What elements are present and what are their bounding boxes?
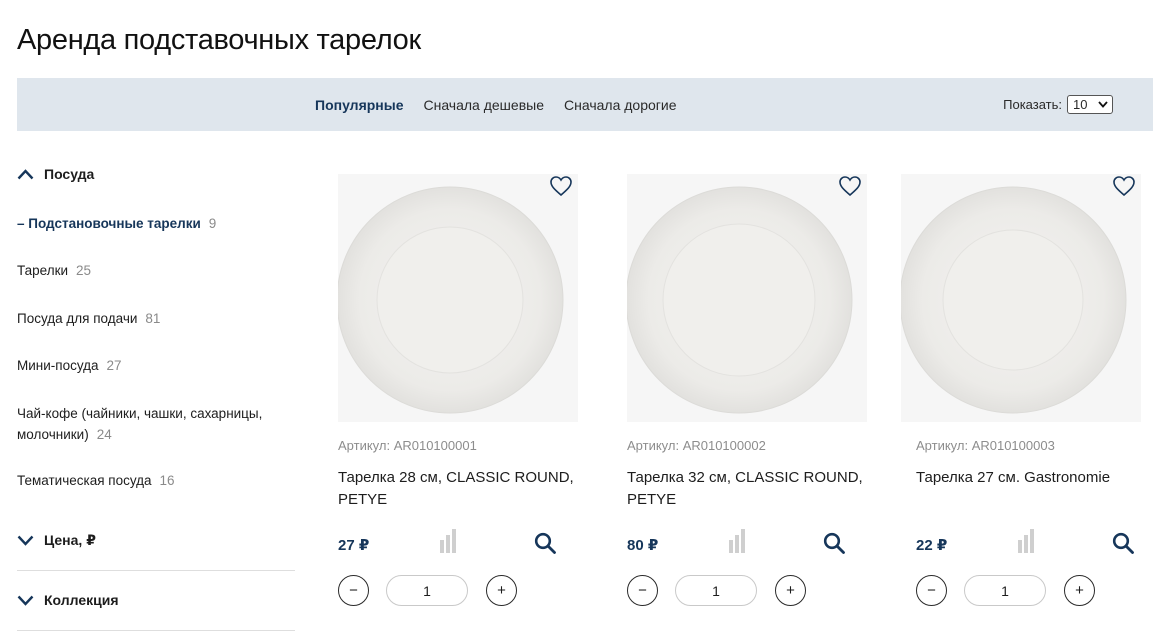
compare-bars-icon[interactable] bbox=[440, 529, 456, 553]
quantity-decrease-button[interactable]: − bbox=[338, 575, 369, 606]
sidebar-item-charger-plates[interactable]: – Подстановочные тарелки 9 bbox=[17, 213, 272, 234]
sidebar-item-label: Посуда для подачи bbox=[17, 311, 138, 326]
active-dash: – bbox=[17, 216, 25, 231]
page-size-control: Показать: 10 bbox=[1003, 78, 1113, 131]
sort-expensive-first[interactable]: Сначала дорогие bbox=[564, 97, 677, 113]
sidebar-item-label: Чай-кофе (чайники, чашки, сахарницы, мол… bbox=[17, 406, 263, 442]
sidebar-item-count: 9 bbox=[208, 216, 217, 231]
quantity-input[interactable]: 1 bbox=[675, 575, 757, 606]
sidebar-item-serving[interactable]: Посуда для подачи 81 bbox=[17, 308, 272, 329]
sidebar-item-count: 27 bbox=[106, 358, 122, 373]
quantity-increase-button[interactable]: + bbox=[1064, 575, 1095, 606]
product-image[interactable] bbox=[338, 174, 578, 422]
sort-bar: Популярные Сначала дешевые Сначала дорог… bbox=[17, 78, 1153, 131]
product-sku: Артикул: AR010100001 bbox=[338, 438, 477, 453]
page-size-select[interactable]: 10 bbox=[1067, 95, 1113, 114]
product-price: 22 ₽ bbox=[916, 537, 948, 554]
sidebar-item-count: 24 bbox=[96, 427, 112, 442]
search-icon[interactable] bbox=[1112, 532, 1134, 554]
quantity-input[interactable]: 1 bbox=[386, 575, 468, 606]
quantity-increase-button[interactable]: + bbox=[775, 575, 806, 606]
sidebar-item-mini[interactable]: Мини-посуда 27 bbox=[17, 355, 272, 376]
filter-toggle-price[interactable]: Цена, ₽ bbox=[17, 532, 96, 549]
sort-options: Популярные Сначала дешевые Сначала дорог… bbox=[315, 78, 677, 131]
sidebar-item-tea-coffee[interactable]: Чай-кофе (чайники, чашки, сахарницы, мол… bbox=[17, 403, 272, 445]
sidebar-item-count: 25 bbox=[76, 263, 92, 278]
product-name[interactable]: Тарелка 28 см, CLASSIC ROUND, PETYE bbox=[338, 467, 578, 511]
sort-cheap-first[interactable]: Сначала дешевые bbox=[423, 97, 544, 113]
category-toggle-dishes[interactable]: Посуда bbox=[17, 166, 94, 182]
sidebar-item-label: Мини-посуда bbox=[17, 358, 99, 373]
chevron-up-icon bbox=[17, 168, 34, 179]
sidebar-item-themed[interactable]: Тематическая посуда 16 bbox=[17, 470, 272, 491]
heart-icon[interactable] bbox=[1112, 175, 1136, 197]
divider bbox=[17, 570, 295, 571]
search-icon[interactable] bbox=[534, 532, 556, 554]
product-price: 80 ₽ bbox=[627, 537, 659, 554]
filter-toggle-collection[interactable]: Коллекция bbox=[17, 592, 119, 608]
quantity-increase-button[interactable]: + bbox=[486, 575, 517, 606]
plate-image bbox=[901, 186, 1127, 414]
divider bbox=[17, 630, 295, 631]
product-name[interactable]: Тарелка 27 см. Gastronomie bbox=[916, 467, 1156, 489]
product-image[interactable] bbox=[901, 174, 1141, 422]
plate-image bbox=[627, 186, 853, 414]
heart-icon[interactable] bbox=[549, 175, 573, 197]
chevron-down-icon bbox=[17, 535, 34, 546]
heart-icon[interactable] bbox=[838, 175, 862, 197]
sidebar-item-label: Подстановочные тарелки bbox=[28, 216, 201, 231]
product-image[interactable] bbox=[627, 174, 867, 422]
category-label: Посуда bbox=[44, 166, 95, 182]
chevron-down-icon bbox=[1098, 101, 1108, 108]
product-price: 27 ₽ bbox=[338, 537, 370, 554]
plate-image bbox=[338, 186, 564, 414]
product-sku: Артикул: AR010100003 bbox=[916, 438, 1055, 453]
page-size-label: Показать: bbox=[1003, 97, 1062, 112]
sidebar-item-plates[interactable]: Тарелки 25 bbox=[17, 260, 272, 281]
compare-bars-icon[interactable] bbox=[1018, 529, 1034, 553]
quantity-decrease-button[interactable]: − bbox=[627, 575, 658, 606]
search-icon[interactable] bbox=[823, 532, 845, 554]
quantity-decrease-button[interactable]: − bbox=[916, 575, 947, 606]
sort-popular[interactable]: Популярные bbox=[315, 97, 403, 113]
product-sku: Артикул: AR010100002 bbox=[627, 438, 766, 453]
sidebar-item-label: Тематическая посуда bbox=[17, 473, 152, 488]
product-name[interactable]: Тарелка 32 см, CLASSIC ROUND, PETYE bbox=[627, 467, 867, 511]
quantity-input[interactable]: 1 bbox=[964, 575, 1046, 606]
compare-bars-icon[interactable] bbox=[729, 529, 745, 553]
sidebar-item-label: Тарелки bbox=[17, 263, 69, 278]
chevron-down-icon bbox=[17, 595, 34, 606]
filter-label: Коллекция bbox=[44, 592, 119, 608]
page-title: Аренда подставочных тарелок bbox=[17, 24, 421, 56]
sidebar-item-count: 16 bbox=[159, 473, 175, 488]
sidebar-item-count: 81 bbox=[145, 311, 161, 326]
page-size-value: 10 bbox=[1073, 97, 1088, 112]
filter-label: Цена, ₽ bbox=[44, 532, 96, 548]
